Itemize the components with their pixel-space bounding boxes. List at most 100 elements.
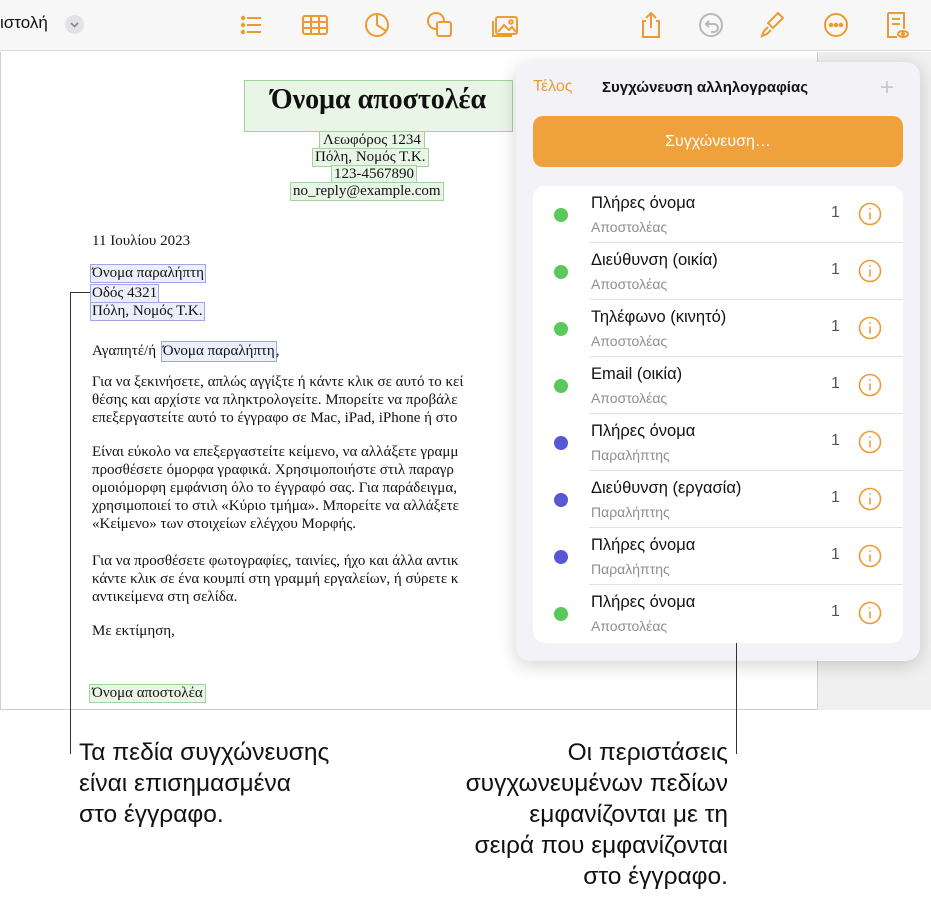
sender-city-field[interactable]: Πόλη, Νομός Τ.Κ. xyxy=(312,148,429,167)
field-source: Αποστολέας xyxy=(591,618,668,634)
callout-line: στο έγγραφο. xyxy=(583,863,728,890)
callout-line: Οι περιστάσεις xyxy=(567,739,728,766)
toolbar: ιστολή xyxy=(0,0,931,51)
chart-icon[interactable] xyxy=(361,9,393,41)
field-source: Παραλήπτης xyxy=(591,561,670,577)
callout-leader-line xyxy=(70,292,71,754)
paragraph-line: αντικείμενα στη σελίδα. xyxy=(92,589,238,605)
recipient-name-field[interactable]: Όνομα παραλήπτη xyxy=(90,264,206,283)
callout-line: σειρά που εμφανίζονται xyxy=(474,832,728,859)
salutation: Αγαπητέ/ή Όνομα παραλήπτη, xyxy=(92,341,280,362)
paragraph-line: ομοιόμορφη εμφάνιση όλο το έγγραφό σας. … xyxy=(92,480,457,496)
sender-name-field[interactable]: Όνομα αποστολέα xyxy=(244,80,513,132)
chevron-down-icon[interactable] xyxy=(65,15,84,34)
sender-phone-field[interactable]: 123-4567890 xyxy=(331,165,417,184)
field-name: Τηλέφωνο (κινητό) xyxy=(591,308,727,326)
recipient-city-field[interactable]: Πόλη, Νομός Τ.Κ. xyxy=(90,302,205,321)
field-source: Παραλήπτης xyxy=(591,504,670,520)
field-count: 1 xyxy=(831,204,840,221)
paragraph-line: θέσης και αρχίστε να πληκτρολογείτε. Μπο… xyxy=(92,392,458,408)
reader-icon[interactable] xyxy=(880,9,912,41)
document-title[interactable]: ιστολή xyxy=(0,13,48,33)
done-button[interactable]: Τέλος xyxy=(533,78,573,96)
paragraph-line: «Κείμενο» των στοιχείων ελέγχου Μορφής. xyxy=(92,516,357,532)
body-paragraph-2[interactable]: Είναι εύκολο να επεξεργαστείτε κείμενο, … xyxy=(92,443,459,533)
sender-dot-icon xyxy=(554,607,568,621)
mail-merge-panel: Τέλος Συγχώνευση αλληλογραφίας + Συγχώνε… xyxy=(516,62,920,661)
sender-dot-icon xyxy=(554,208,568,222)
callout-line: εμφανίζονται με τη xyxy=(529,801,728,828)
more-icon[interactable] xyxy=(820,9,852,41)
field-name: Διεύθυνση (εργασία) xyxy=(591,479,742,497)
body-paragraph-1[interactable]: Για να ξεκινήσετε, απλώς αγγίξτε ή κάντε… xyxy=(92,373,463,427)
callout-leader-line xyxy=(736,643,737,754)
share-icon[interactable] xyxy=(635,9,667,41)
merge-field-list: Πλήρες όνομα Αποστολέας 1 Διεύθυνση (οικία)… xyxy=(533,186,903,643)
sender-address-field[interactable]: Λεωφόρος 1234 xyxy=(319,131,425,150)
merge-field-row[interactable]: Email (οικία) Αποστολέας 1 xyxy=(533,357,903,414)
merge-field-row[interactable]: Πλήρες όνομα Παραλήπτης 1 xyxy=(533,528,903,585)
salutation-prefix: Αγαπητέ/ή xyxy=(92,343,157,359)
field-count: 1 xyxy=(831,375,840,392)
letter-date: 11 Ιουλίου 2023 xyxy=(92,233,191,249)
field-name: Πλήρες όνομα xyxy=(591,422,696,440)
field-count: 1 xyxy=(831,432,840,449)
signature-sender-field[interactable]: Όνομα αποστολέα xyxy=(89,684,206,703)
field-source: Αποστολέας xyxy=(591,333,668,349)
field-name: Πλήρες όνομα xyxy=(591,194,696,212)
merge-field-row[interactable]: Διεύθυνση (οικία) Αποστολέας 1 xyxy=(533,243,903,300)
info-icon[interactable] xyxy=(858,601,882,625)
recipient-dot-icon xyxy=(554,493,568,507)
sender-dot-icon xyxy=(554,265,568,279)
info-icon[interactable] xyxy=(858,259,882,283)
info-icon[interactable] xyxy=(858,373,882,397)
table-icon[interactable] xyxy=(299,9,331,41)
callout-line: συγχωνευμένων πεδίων xyxy=(465,770,728,797)
recipient-dot-icon xyxy=(554,436,568,450)
info-icon[interactable] xyxy=(858,202,882,226)
undo-icon[interactable] xyxy=(695,9,727,41)
merge-field-row[interactable]: Διεύθυνση (εργασία) Παραλήπτης 1 xyxy=(533,471,903,528)
field-count: 1 xyxy=(831,489,840,506)
panel-title: Συγχώνευση αλληλογραφίας xyxy=(602,79,809,96)
shape-icon[interactable] xyxy=(424,9,456,41)
recipient-street-field[interactable]: Οδός 4321 xyxy=(89,284,160,303)
field-source: Παραλήπτης xyxy=(591,447,670,463)
salutation-suffix: , xyxy=(275,343,280,359)
paragraph-line: Για να ξεκινήσετε, απλώς αγγίξτε ή κάντε… xyxy=(92,374,464,390)
callout-line: είναι επισημασμένα xyxy=(79,770,291,797)
merge-field-row[interactable]: Πλήρες όνομα Αποστολέας 1 xyxy=(533,585,903,642)
field-source: Αποστολέας xyxy=(591,276,668,292)
callout-left: Τα πεδία συγχώνευσης είναι επισημασμένα … xyxy=(79,737,329,830)
field-source: Αποστολέας xyxy=(591,390,668,406)
add-field-button[interactable]: + xyxy=(880,74,894,102)
merge-field-row[interactable]: Πλήρες όνομα Αποστολέας 1 xyxy=(533,186,903,243)
field-name: Πλήρες όνομα xyxy=(591,536,696,554)
field-source: Αποστολέας xyxy=(591,219,668,235)
info-icon[interactable] xyxy=(858,430,882,454)
paragraph-line: χρησιμοποιεί το στιλ «Κύριο τμήμα». Μπορ… xyxy=(92,498,459,514)
paintbrush-icon[interactable] xyxy=(756,9,788,41)
body-paragraph-3[interactable]: Για να προσθέσετε φωτογραφίες, ταινίες, … xyxy=(92,552,458,606)
callout-leader-tick xyxy=(70,292,90,293)
paragraph-line: Για να προσθέσετε φωτογραφίες, ταινίες, … xyxy=(92,553,459,569)
field-name: Πλήρες όνομα xyxy=(591,593,696,611)
callout-line: στο έγγραφο. xyxy=(79,801,224,828)
info-icon[interactable] xyxy=(858,487,882,511)
paragraph-line: κάντε κλικ σε ένα κουμπί στη γραμμή εργα… xyxy=(92,571,459,587)
merge-field-row[interactable]: Πλήρες όνομα Παραλήπτης 1 xyxy=(533,414,903,471)
merge-field-row[interactable]: Τηλέφωνο (κινητό) Αποστολέας 1 xyxy=(533,300,903,357)
info-icon[interactable] xyxy=(858,316,882,340)
info-icon[interactable] xyxy=(858,544,882,568)
recipient-dot-icon xyxy=(554,550,568,564)
list-icon[interactable] xyxy=(235,9,267,41)
paragraph-line: Είναι εύκολο να επεξεργαστείτε κείμενο, … xyxy=(92,444,459,460)
field-count: 1 xyxy=(831,261,840,278)
media-icon[interactable] xyxy=(489,9,521,41)
salutation-recipient-field[interactable]: Όνομα παραλήπτη xyxy=(160,341,277,362)
merge-button[interactable]: Συγχώνευση… xyxy=(533,116,903,167)
sender-email-field[interactable]: no_reply@example.com xyxy=(290,182,444,201)
callout-line: Τα πεδία συγχώνευσης xyxy=(79,739,330,766)
closing-text: Με εκτίμηση, xyxy=(92,623,175,639)
paragraph-line: επεξεργαστείτε αυτό το έγγραφο σε Mac, i… xyxy=(92,410,458,426)
